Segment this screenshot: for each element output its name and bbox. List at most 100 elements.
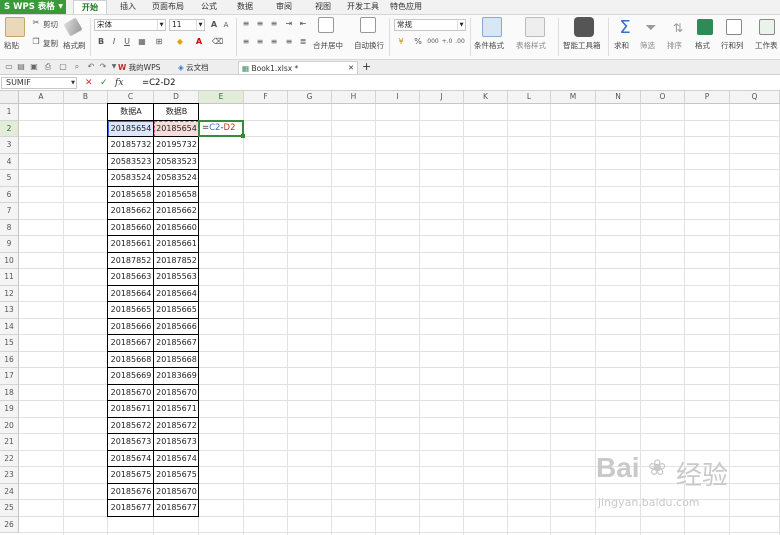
cell-d23[interactable]: 20185675 [154, 467, 199, 484]
column-header-g[interactable]: G [288, 91, 332, 104]
cell-c22[interactable]: 20185674 [108, 451, 154, 468]
cell-c7[interactable]: 20185662 [108, 203, 154, 220]
formula-input[interactable]: =C2-D2 [142, 77, 176, 89]
font-name-select[interactable]: 宋体 ▼ [94, 19, 166, 31]
cell-c5[interactable]: 20583524 [108, 170, 154, 187]
justify-icon[interactable]: ≡ [284, 37, 294, 47]
align-center-icon[interactable]: ≡ [255, 37, 265, 47]
tab-insert[interactable]: 插入 [113, 0, 143, 14]
row-header-26[interactable]: 26 [0, 516, 19, 533]
underline-button[interactable]: U [122, 37, 132, 47]
cell-d5[interactable]: 20583524 [154, 170, 199, 187]
cell-d7[interactable]: 20185662 [154, 203, 199, 220]
row-header-10[interactable]: 10 [0, 252, 19, 269]
tab-cloud-docs[interactable]: ◈ 云文档 [178, 61, 234, 74]
toolbox-icon[interactable] [574, 17, 594, 37]
row-header-25[interactable]: 25 [0, 500, 19, 517]
border-icon[interactable]: ▦ [137, 37, 147, 47]
undo-icon[interactable]: ↶ [86, 62, 96, 72]
cell-c24[interactable]: 20185676 [108, 484, 154, 501]
row-header-5[interactable]: 5 [0, 170, 19, 187]
row-header-14[interactable]: 14 [0, 318, 19, 335]
cell-d8[interactable]: 20185660 [154, 220, 199, 237]
row-header-3[interactable]: 3 [0, 137, 19, 154]
cell-c10[interactable]: 20187852 [108, 253, 154, 270]
column-header-o[interactable]: O [641, 91, 685, 104]
cell-c6[interactable]: 20185658 [108, 187, 154, 204]
row-header-2[interactable]: 2 [0, 120, 19, 137]
column-header-l[interactable]: L [508, 91, 551, 104]
cell-c23[interactable]: 20185675 [108, 467, 154, 484]
merge-center-button[interactable]: 合并居中 [313, 40, 343, 51]
cut-button[interactable]: 剪切 [43, 19, 58, 30]
cell-c17[interactable]: 20185669 [108, 368, 154, 385]
tab-developer[interactable]: 开发工具 [343, 0, 383, 14]
sum-button[interactable]: 求和 [614, 40, 629, 51]
row-header-19[interactable]: 19 [0, 401, 19, 418]
cell-d20[interactable]: 20185672 [154, 418, 199, 435]
column-header-i[interactable]: I [376, 91, 420, 104]
column-header-h[interactable]: H [332, 91, 376, 104]
font-size-select[interactable]: 11 ▼ [169, 19, 205, 31]
active-cell-e2[interactable]: =C2-D2 [198, 119, 244, 137]
cell-d24[interactable]: 20185670 [154, 484, 199, 501]
cell-d17[interactable]: 20183669 [154, 368, 199, 385]
tab-formulas[interactable]: 公式 [195, 0, 223, 14]
cell-c8[interactable]: 20185660 [108, 220, 154, 237]
sum-icon[interactable]: Σ [617, 18, 633, 38]
row-header-11[interactable]: 11 [0, 269, 19, 286]
column-header-m[interactable]: M [551, 91, 596, 104]
new-tab-button[interactable]: + [362, 61, 372, 74]
paste-button[interactable]: 粘贴 [4, 40, 19, 51]
tab-mywps[interactable]: W 我的WPS [116, 61, 174, 74]
scissors-icon[interactable]: ✂ [31, 18, 41, 28]
print-preview-icon[interactable]: ▢ [58, 62, 68, 72]
grid-icon[interactable]: ⊞ [154, 37, 164, 47]
cell-d19[interactable]: 20185671 [154, 401, 199, 418]
row-header-6[interactable]: 6 [0, 186, 19, 203]
cell-d14[interactable]: 20185666 [154, 319, 199, 336]
cell-d9[interactable]: 20185661 [154, 236, 199, 253]
format-painter-icon[interactable] [63, 17, 83, 37]
bold-button[interactable]: B [96, 37, 106, 47]
tab-home[interactable]: 开始 [73, 0, 107, 14]
select-all-corner[interactable] [0, 91, 19, 104]
distribute-icon[interactable]: ≣ [298, 37, 308, 47]
column-header-e[interactable]: E [199, 91, 244, 104]
row-header-22[interactable]: 22 [0, 450, 19, 467]
cell-c15[interactable]: 20185667 [108, 335, 154, 352]
cancel-formula-button[interactable]: ✕ [85, 77, 93, 89]
open-icon[interactable]: ▤ [16, 62, 26, 72]
cell-c21[interactable]: 20185673 [108, 434, 154, 451]
cell-d13[interactable]: 20185665 [154, 302, 199, 319]
cell-d2[interactable]: 20185654 [154, 120, 199, 137]
confirm-formula-button[interactable]: ✓ [100, 77, 108, 89]
print-icon[interactable]: ⎙ [43, 62, 53, 72]
insert-function-button[interactable]: fx [115, 77, 123, 89]
cell-d18[interactable]: 20185670 [154, 385, 199, 402]
sort-button[interactable]: 排序 [667, 40, 682, 51]
percent-button[interactable]: % [413, 37, 423, 47]
column-header-b[interactable]: B [64, 91, 108, 104]
cell-c2[interactable]: 20185654 [108, 120, 154, 137]
find-icon[interactable]: ⌕ [72, 62, 82, 72]
row-header-15[interactable]: 15 [0, 335, 19, 352]
cell-c20[interactable]: 20185672 [108, 418, 154, 435]
increase-decimal-button[interactable]: +.0 [441, 37, 453, 47]
row-header-18[interactable]: 18 [0, 384, 19, 401]
table-style-icon[interactable] [525, 17, 545, 37]
rows-cols-icon[interactable] [726, 19, 742, 35]
wrap-text-button[interactable]: 自动换行 [354, 40, 384, 51]
cell-c14[interactable]: 20185666 [108, 319, 154, 336]
row-header-13[interactable]: 13 [0, 302, 19, 319]
redo-icon[interactable]: ↷ [98, 62, 108, 72]
cell-c13[interactable]: 20185665 [108, 302, 154, 319]
cell-d12[interactable]: 20185664 [154, 286, 199, 303]
cell-c3[interactable]: 20185732 [108, 137, 154, 154]
column-header-j[interactable]: J [420, 91, 464, 104]
row-header-4[interactable]: 4 [0, 153, 19, 170]
row-header-20[interactable]: 20 [0, 417, 19, 434]
tab-data[interactable]: 数据 [231, 0, 259, 14]
cell-c25[interactable]: 20185677 [108, 500, 154, 517]
row-header-21[interactable]: 21 [0, 434, 19, 451]
